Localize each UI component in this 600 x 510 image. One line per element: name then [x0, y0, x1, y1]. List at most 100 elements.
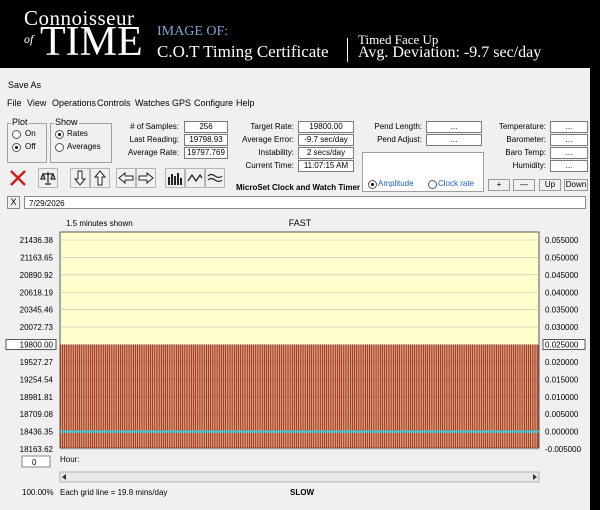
menu-controls[interactable]: Controls [97, 98, 131, 108]
average-deviation: Avg. Deviation: -9.7 sec/day [358, 44, 542, 61]
microset-title: MicroSet Clock and Watch Timer [236, 183, 361, 192]
minus-button[interactable]: — [513, 179, 535, 191]
bar-chart-icon[interactable] [165, 168, 185, 188]
left-tick-label: 18709.08 [20, 410, 54, 419]
plot-on-radio[interactable] [12, 130, 21, 139]
clear-date-button[interactable]: X [7, 196, 20, 209]
plot-on-label: On [25, 129, 36, 138]
down-button[interactable]: Down [564, 179, 588, 191]
amplitude-radio[interactable] [368, 180, 377, 189]
amplitude-label: Amplitude [378, 179, 414, 188]
show-group-label: Show [54, 117, 79, 127]
instability-label: Instability: [258, 148, 294, 157]
menu-operations[interactable]: Operations [52, 98, 96, 108]
menu-configure[interactable]: Configure [194, 98, 233, 108]
right-tick-label: 0.010000 [545, 393, 579, 402]
grid-note: Each grid line = 19.8 mins/day [60, 488, 168, 497]
show-rates-radio[interactable] [55, 130, 64, 139]
left-tick-label: 18163.62 [20, 445, 54, 454]
status-bar: 100.00% Each grid line = 19.8 mins/day S… [0, 484, 590, 500]
left-tick-label: 20072.73 [20, 323, 54, 332]
samples-label: # of Samples: [130, 122, 179, 131]
rate-bars [60, 344, 539, 448]
window-title: Save As [8, 80, 42, 90]
menu-help[interactable]: Help [236, 98, 255, 108]
arrow-down-icon[interactable] [70, 168, 90, 188]
left-tick-label: 21436.38 [20, 236, 54, 245]
average-error-value: -9.7 sec/day [298, 134, 354, 146]
humidity-label: Humidity: [512, 161, 546, 170]
chart-title: FAST [289, 218, 312, 228]
show-averages-label: Averages [67, 142, 101, 151]
clock-rate-radio[interactable] [428, 180, 437, 189]
barometer-value: ... [550, 134, 588, 146]
plot-off-radio[interactable] [12, 143, 21, 152]
plus-button[interactable]: + [488, 179, 510, 191]
right-tick-label: 0.015000 [545, 375, 579, 384]
clock-rate-label: Clock rate [438, 179, 475, 188]
rate-chart: 21436.38 21163.65 20890.92 20618.19 20345.46… [0, 210, 590, 484]
arrow-right-icon[interactable] [136, 168, 156, 188]
menu-file[interactable]: File [7, 98, 22, 108]
temperature-label: Temperature: [498, 122, 546, 131]
left-tick-label: 19800.00 [20, 341, 54, 350]
date-field[interactable]: 7/29/2026 [24, 196, 586, 209]
average-error-label: Average Error: [242, 135, 294, 144]
pend-adjust-value: ... [426, 134, 482, 146]
last-reading-value: 19798.93 [184, 134, 228, 146]
show-averages-radio[interactable] [55, 143, 64, 152]
plot-group-label: Plot [11, 117, 29, 127]
right-tick-label: 0.035000 [545, 306, 579, 315]
right-tick-label: -0.005000 [545, 445, 582, 454]
humidity-value: ... [550, 160, 588, 172]
target-rate-value: 19800.00 [298, 121, 354, 133]
right-tick-label: 0.040000 [545, 288, 579, 297]
temperature-value: ... [550, 121, 588, 133]
barometer-label: Barometer: [506, 135, 546, 144]
baro-temp-label: Baro Temp: [505, 148, 546, 157]
wave-icon[interactable] [185, 168, 205, 188]
up-button[interactable]: Up [539, 179, 561, 191]
menu-gps[interactable]: GPS [172, 98, 191, 108]
waves-icon[interactable] [205, 168, 225, 188]
zoom-level: 100.00% [22, 488, 54, 497]
menu-view[interactable]: View [27, 98, 46, 108]
horizontal-scrollbar[interactable] [59, 471, 540, 483]
scale-icon[interactable] [38, 168, 58, 188]
right-tick-label: 0.025000 [545, 341, 579, 350]
arrow-up-icon[interactable] [90, 168, 110, 188]
pend-length-value: ... [426, 121, 482, 133]
instability-value: 2 secs/day [298, 147, 354, 159]
hour-label: Hour: [60, 455, 80, 464]
plot-off-label: Off [25, 142, 36, 151]
certificate-title: C.O.T Timing Certificate [157, 42, 329, 61]
close-icon[interactable] [8, 168, 28, 188]
left-tick-label: 21163.65 [20, 253, 53, 262]
average-rate-label: Average Rate: [128, 148, 179, 157]
pend-adjust-label: Pend Adjust: [377, 135, 422, 144]
right-tick-label: 0.000000 [545, 428, 579, 437]
left-tick-label: 19254.54 [20, 375, 54, 384]
certificate-banner: Connoisseur of TIME IMAGE OF: C.O.T Timi… [0, 0, 600, 68]
baro-temp-value: ... [550, 147, 588, 159]
menu-watches[interactable]: Watches [135, 98, 170, 108]
timer-app-window: Save As File View Operations Controls Wa… [0, 68, 590, 510]
banner-divider [347, 38, 348, 62]
slow-label: SLOW [290, 488, 314, 497]
arrow-left-icon[interactable] [116, 168, 136, 188]
hour-start-value: 0 [32, 458, 37, 467]
left-tick-label: 18436.35 [20, 428, 54, 437]
right-tick-label: 0.045000 [545, 271, 579, 280]
image-of-label: IMAGE OF: [157, 24, 229, 39]
left-tick-label: 20618.19 [20, 288, 54, 297]
right-tick-label: 0.055000 [545, 236, 579, 245]
right-tick-label: 0.030000 [545, 323, 579, 332]
right-tick-label: 0.050000 [545, 253, 579, 262]
left-tick-label: 20890.92 [20, 271, 54, 280]
samples-value: 256 [184, 121, 228, 133]
left-tick-label: 20345.46 [20, 306, 54, 315]
chart-note: 1.5 minutes shown [66, 219, 133, 228]
menu-bar: File View Operations Controls Watches GP… [0, 96, 590, 110]
last-reading-label: Last Reading: [129, 135, 179, 144]
logo-of: of [24, 32, 34, 46]
